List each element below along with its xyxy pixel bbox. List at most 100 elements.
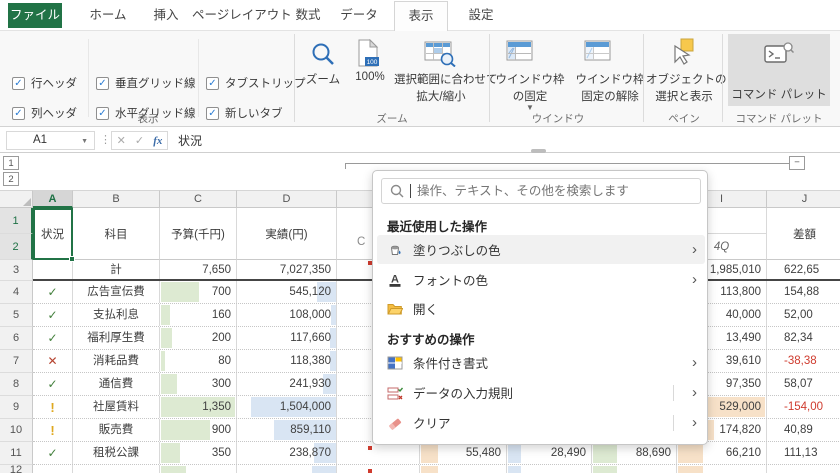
column-header-C[interactable]: C [160, 190, 237, 208]
palette-item-open-folder[interactable]: 開く [377, 294, 705, 323]
cell-A3[interactable] [33, 260, 73, 281]
palette-search-box[interactable] [381, 178, 701, 204]
checkbox-vertical-gridlines[interactable]: ✓ 垂直グリッド線 [96, 75, 196, 91]
cell-G11[interactable]: 28,490 [507, 442, 592, 464]
cell-J6[interactable]: 82,34 [767, 327, 840, 349]
checkbox-col-headers[interactable]: ✓ 列ヘッダ [12, 105, 77, 121]
cell-H12[interactable] [592, 465, 677, 473]
checkbox-tab-strip[interactable]: ✓ タブストリップ [206, 75, 306, 91]
column-header-J[interactable]: J [767, 190, 840, 208]
cell-B10[interactable]: 販売費 [73, 419, 160, 441]
outline-level-1-button[interactable]: 1 [3, 156, 19, 170]
row-header-11[interactable]: 11 [0, 442, 33, 465]
row-header-3[interactable]: 3 [0, 260, 33, 281]
cell-C11[interactable]: 350 [160, 442, 237, 464]
cell-C12[interactable] [160, 465, 237, 473]
formula-input[interactable]: 状況 [178, 132, 202, 149]
cell-D6[interactable]: 117,660 [237, 327, 337, 349]
cancel-icon[interactable]: ✕ [117, 134, 126, 147]
cell-B12[interactable] [73, 465, 160, 473]
cell-E11[interactable] [337, 442, 420, 464]
row-header-7[interactable]: 7 [0, 350, 33, 373]
cell-A11[interactable]: ✓ [33, 442, 73, 464]
cell-A12[interactable] [33, 465, 73, 473]
cell-B8[interactable]: 通信費 [73, 373, 160, 395]
column-header-D[interactable]: D [237, 190, 337, 208]
cell-D8[interactable]: 241,930 [237, 373, 337, 395]
cell-D7[interactable]: 118,380 [237, 350, 337, 372]
checkbox-row-headers[interactable]: ✓ 行ヘッダ [12, 75, 77, 91]
tab-file[interactable]: ファイル [8, 3, 62, 28]
palette-item-font-color[interactable]: Aフォントの色› [377, 265, 705, 294]
cell-A7[interactable]: ✕ [33, 350, 73, 372]
row-header-10[interactable]: 10 [0, 419, 33, 442]
fill-handle[interactable] [69, 256, 75, 262]
cell-B7[interactable]: 消耗品費 [73, 350, 160, 372]
cell-B11[interactable]: 租税公課 [73, 442, 160, 464]
outline-collapse-button[interactable]: − [789, 156, 805, 170]
cell-H11[interactable]: 88,690 [592, 442, 677, 464]
cell-J1-diff-header[interactable]: 差額 [767, 208, 840, 260]
cell-D5[interactable]: 108,000 [237, 304, 337, 326]
cell-J3[interactable]: 622,65 [767, 260, 840, 281]
cell-J4[interactable]: 154,88 [767, 281, 840, 303]
cell-C8[interactable]: 300 [160, 373, 237, 395]
cell-D11[interactable]: 238,870 [237, 442, 337, 464]
cell-B4[interactable]: 広告宣伝費 [73, 281, 160, 303]
fx-icon[interactable]: fx [153, 135, 162, 147]
palette-item-clear-eraser[interactable]: クリア› [377, 408, 705, 437]
tab-insert[interactable]: 挿入 [146, 0, 186, 30]
cell-A5[interactable]: ✓ [33, 304, 73, 326]
row-header-9[interactable]: 9 [0, 396, 33, 419]
cell-D1-actual-header[interactable]: 実績(円) [237, 208, 337, 260]
palette-item-data-validation[interactable]: データの入力規則› [377, 378, 705, 407]
cell-C3[interactable]: 7,650 [160, 260, 237, 281]
checkbox-new-tab[interactable]: ✓ 新しいタブ [206, 105, 283, 121]
palette-item-conditional-format[interactable]: 条件付き書式› [377, 348, 705, 377]
tab-data[interactable]: データ [336, 0, 382, 30]
cell-J7[interactable]: -38,38 [767, 350, 840, 372]
cell-I12[interactable] [677, 465, 767, 473]
cell-E12[interactable] [337, 465, 420, 473]
cell-C9[interactable]: 1,350 [160, 396, 237, 418]
cell-G12[interactable] [507, 465, 592, 473]
enter-icon[interactable]: ✓ [135, 134, 144, 147]
row-header-5[interactable]: 5 [0, 304, 33, 327]
cell-C6[interactable]: 200 [160, 327, 237, 349]
tab-view-active[interactable]: 表示 [394, 1, 448, 31]
cell-B1-subject-header[interactable]: 科目 [73, 208, 160, 260]
cell-A8[interactable]: ✓ [33, 373, 73, 395]
cell-C1-budget-header[interactable]: 予算(千円) [160, 208, 237, 260]
cell-J5[interactable]: 52,00 [767, 304, 840, 326]
splitter-handle[interactable] [531, 149, 546, 153]
select-all-corner[interactable] [0, 190, 33, 208]
outline-level-2-button[interactable]: 2 [3, 172, 19, 186]
row-header-6[interactable]: 6 [0, 327, 33, 350]
column-header-A[interactable]: A [33, 190, 73, 208]
cell-J12[interactable] [767, 465, 840, 473]
cell-D10[interactable]: 859,110 [237, 419, 337, 441]
column-header-B[interactable]: B [73, 190, 160, 208]
row-header-8[interactable]: 8 [0, 373, 33, 396]
cell-B9[interactable]: 社屋賃料 [73, 396, 160, 418]
cell-A1-status-header[interactable]: 状況 [33, 208, 73, 260]
row-header-12[interactable]: 12 [0, 465, 33, 473]
cell-B5[interactable]: 支払利息 [73, 304, 160, 326]
name-box[interactable]: A1 ▼ [6, 131, 95, 150]
cell-J11[interactable]: 111,13 [767, 442, 840, 464]
cell-D9[interactable]: 1,504,000 [237, 396, 337, 418]
cell-A9[interactable]: ! [33, 396, 73, 418]
cell-F12[interactable] [420, 465, 507, 473]
cell-C4[interactable]: 700 [160, 281, 237, 303]
cell-D4[interactable]: 545,120 [237, 281, 337, 303]
cell-I11[interactable]: 66,210 [677, 442, 767, 464]
cell-A10[interactable]: ! [33, 419, 73, 441]
tab-home[interactable]: ホーム [84, 0, 132, 30]
cell-J8[interactable]: 58,07 [767, 373, 840, 395]
palette-search-input[interactable] [417, 184, 692, 198]
cell-J10[interactable]: 40,89 [767, 419, 840, 441]
cell-D3[interactable]: 7,027,350 [237, 260, 337, 281]
cell-J9[interactable]: -154,00 [767, 396, 840, 418]
tab-formulas[interactable]: 数式 [288, 0, 328, 30]
cell-A4[interactable]: ✓ [33, 281, 73, 303]
